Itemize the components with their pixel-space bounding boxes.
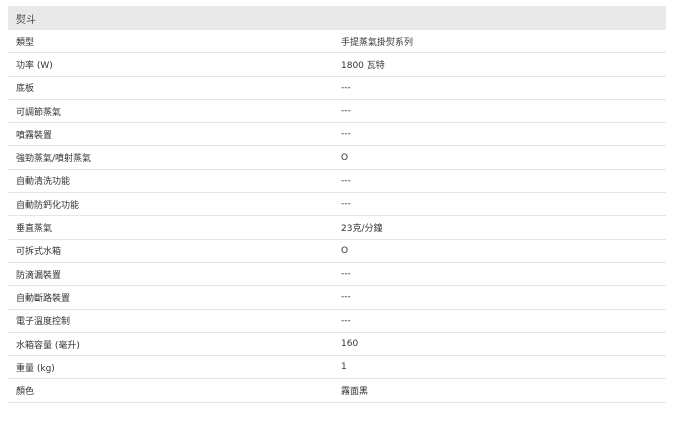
spec-label: 電子溫度控制 (16, 317, 71, 328)
spec-row-type: 類型 手提蒸氣掛熨系列 (8, 30, 666, 54)
spec-row-color: 顏色 霧面黑 (8, 379, 666, 403)
spec-row-adjustable-steam: 可調節蒸氣 --- (8, 100, 666, 124)
spec-value: O (341, 245, 349, 256)
spec-row-auto-shutoff: 自動斷路裝置 --- (8, 286, 666, 310)
spec-row-power: 功率 (W) 1800 瓦特 (8, 53, 666, 77)
spec-table: 熨斗 類型 手提蒸氣掛熨系列 功率 (W) 1800 瓦特 底板 --- 可調節… (8, 6, 666, 403)
spec-value: 霧面黑 (341, 387, 369, 398)
spec-label: 重量 (kg) (16, 363, 55, 374)
spec-value: --- (341, 106, 351, 117)
spec-label: 可拆式水箱 (16, 247, 62, 258)
spec-label: 自動防鈣化功能 (16, 200, 80, 211)
spec-row-detachable-tank: 可拆式水箱 O (8, 240, 666, 263)
spec-label: 自動斷路裝置 (16, 293, 71, 304)
spec-value: --- (341, 269, 351, 280)
spec-row-self-clean: 自動清洗功能 --- (8, 170, 666, 194)
spec-row-soleplate: 底板 --- (8, 77, 666, 100)
spec-label: 可調節蒸氣 (16, 107, 62, 118)
section-header: 熨斗 (8, 6, 666, 30)
spec-label: 強勁蒸氣/噴射蒸氣 (16, 154, 92, 165)
spec-label: 自動清洗功能 (16, 177, 71, 188)
spec-label: 防滴漏裝置 (16, 270, 62, 281)
spec-label: 類型 (16, 37, 35, 48)
spec-row-tank-capacity: 水箱容量 (毫升) 160 (8, 333, 666, 357)
spec-value: --- (341, 292, 351, 303)
spec-label: 垂直蒸氣 (16, 224, 53, 235)
spec-row-electronic-temp: 電子溫度控制 --- (8, 310, 666, 333)
spec-value: 1800 瓦特 (341, 60, 385, 71)
spec-value: --- (341, 82, 351, 93)
spec-label: 功率 (W) (16, 60, 53, 71)
section-title: 熨斗 (16, 14, 36, 26)
spec-value: --- (341, 199, 351, 210)
spec-row-vertical-steam: 垂直蒸氣 23克/分鐘 (8, 216, 666, 240)
spec-label: 底板 (16, 84, 35, 95)
spec-value: 手提蒸氣掛熨系列 (341, 37, 414, 48)
spec-row-steam-boost: 強勁蒸氣/噴射蒸氣 O (8, 146, 666, 170)
spec-row-drip-stop: 防滴漏裝置 --- (8, 263, 666, 287)
spec-value: --- (341, 175, 351, 186)
spec-value: 160 (341, 339, 359, 349)
spec-label: 水箱容量 (毫升) (16, 340, 80, 351)
spec-value: --- (341, 129, 351, 140)
spec-row-spray: 噴霧裝置 --- (8, 123, 666, 147)
spec-value: 1 (341, 362, 347, 373)
spec-label: 顏色 (16, 387, 35, 398)
spec-value: 23克/分鐘 (341, 224, 383, 235)
spec-row-anti-calc: 自動防鈣化功能 --- (8, 193, 666, 217)
spec-label: 噴霧裝置 (16, 130, 53, 141)
spec-value: O (341, 152, 349, 163)
spec-value: --- (341, 315, 351, 326)
spec-row-weight: 重量 (kg) 1 (8, 356, 666, 380)
